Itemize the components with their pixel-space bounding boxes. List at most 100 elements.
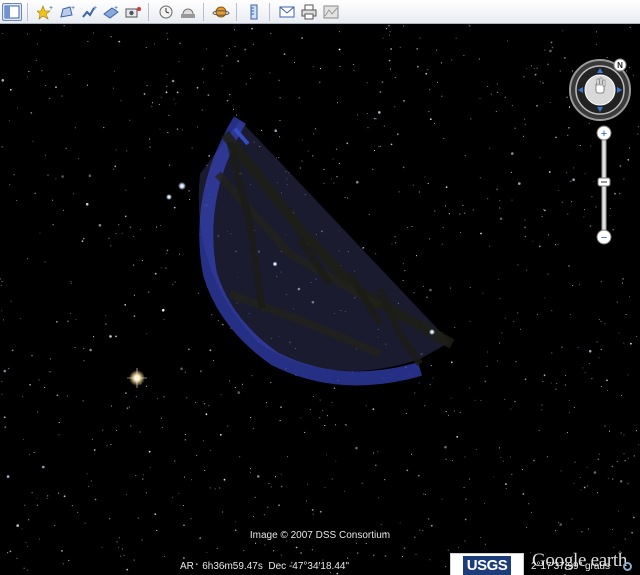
star	[455, 37, 457, 39]
star	[600, 320, 602, 322]
star	[86, 84, 88, 86]
star	[441, 498, 443, 500]
star	[338, 162, 340, 164]
star	[212, 360, 214, 362]
star	[428, 110, 430, 113]
zoom-in-button[interactable]: +	[596, 125, 612, 141]
star	[280, 473, 282, 475]
star	[75, 318, 77, 321]
star	[550, 41, 553, 44]
sidebar-toggle-button[interactable]	[2, 2, 22, 21]
star	[274, 129, 278, 132]
star	[378, 111, 381, 114]
add-path-button[interactable]: +	[79, 3, 99, 21]
star	[34, 192, 37, 195]
sky-view[interactable]: N + − Image © 2007 DSS Consortium USGS G…	[0, 24, 640, 575]
sunlight-button[interactable]	[178, 3, 198, 21]
star	[176, 128, 179, 131]
star	[434, 210, 436, 212]
star	[506, 40, 509, 42]
add-image-overlay-button[interactable]: +	[101, 3, 121, 21]
star	[538, 429, 540, 432]
star	[343, 490, 346, 492]
star	[216, 547, 218, 550]
email-button[interactable]	[277, 3, 297, 21]
star	[524, 219, 526, 221]
star	[541, 409, 543, 411]
star	[116, 541, 118, 543]
star	[146, 85, 148, 87]
star	[314, 128, 316, 130]
star	[190, 479, 193, 481]
star	[149, 138, 151, 140]
star	[548, 234, 550, 236]
add-polygon-button[interactable]: +	[57, 3, 77, 21]
star	[457, 546, 460, 549]
star	[377, 451, 379, 453]
north-button[interactable]: N	[613, 58, 627, 72]
star	[209, 449, 211, 451]
star	[47, 174, 49, 176]
star	[571, 201, 573, 203]
star	[549, 101, 551, 103]
star	[411, 225, 413, 228]
star	[375, 118, 377, 120]
star	[427, 182, 429, 184]
star	[388, 34, 390, 36]
star	[115, 149, 117, 151]
star	[339, 65, 341, 67]
zoom-slider[interactable]: + −	[596, 125, 612, 245]
star	[112, 87, 114, 89]
star	[221, 511, 224, 513]
star	[425, 493, 427, 495]
zoom-out-button[interactable]: −	[596, 229, 612, 245]
historical-imagery-button[interactable]	[156, 3, 176, 21]
star	[627, 374, 629, 376]
add-placemark-button[interactable]: +	[35, 3, 55, 21]
star	[344, 423, 346, 426]
star	[264, 544, 266, 546]
toolbar-separator	[203, 2, 204, 21]
star	[208, 405, 210, 407]
svg-text:+: +	[114, 5, 118, 12]
star	[159, 128, 161, 130]
star	[245, 83, 247, 85]
star	[165, 267, 167, 269]
star	[511, 199, 513, 201]
star	[450, 361, 453, 364]
star	[166, 85, 168, 87]
star	[278, 79, 280, 81]
print-button[interactable]	[299, 3, 319, 21]
star	[312, 66, 314, 68]
star	[67, 320, 69, 323]
zoom-handle[interactable]	[597, 177, 611, 187]
star	[433, 122, 436, 125]
star	[486, 365, 488, 367]
switch-planet-button[interactable]	[211, 3, 231, 21]
star	[436, 49, 438, 51]
star	[445, 186, 448, 189]
star	[166, 32, 168, 34]
star	[347, 557, 349, 559]
star	[305, 500, 308, 502]
star	[468, 478, 471, 480]
star	[188, 190, 190, 192]
star	[333, 182, 335, 184]
star	[480, 399, 482, 401]
star	[546, 456, 548, 458]
ruler-button[interactable]	[244, 3, 264, 21]
star	[451, 459, 453, 462]
star	[61, 175, 64, 178]
star	[123, 554, 125, 556]
star	[102, 429, 104, 431]
star	[526, 269, 528, 271]
star	[92, 336, 95, 338]
star	[20, 318, 22, 320]
record-tour-button[interactable]	[123, 3, 143, 21]
star	[106, 445, 108, 447]
star	[484, 380, 487, 383]
star	[419, 37, 421, 39]
star	[269, 72, 271, 74]
star	[160, 96, 162, 98]
view-in-maps-button[interactable]	[321, 3, 341, 21]
